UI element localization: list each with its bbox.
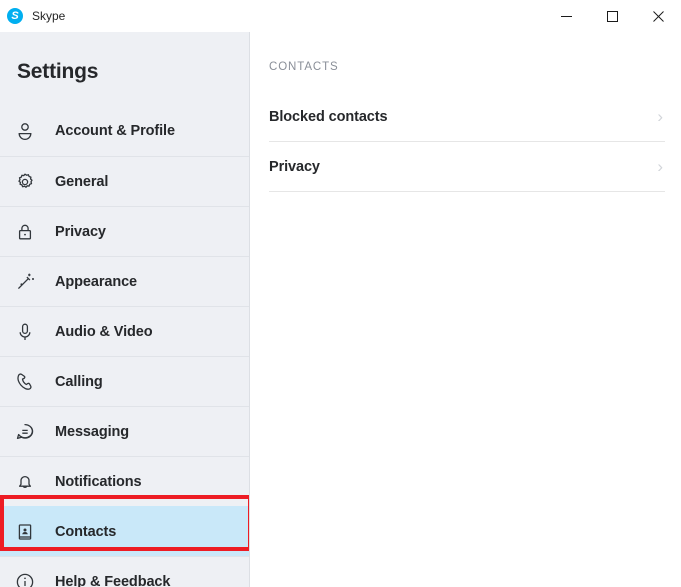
skype-settings-window: S Skype Settings Account & Profile Gener…: [0, 0, 681, 587]
chevron-right-icon: ›: [657, 157, 663, 176]
row-label: Privacy: [269, 158, 320, 175]
close-button[interactable]: [635, 0, 681, 32]
sidebar-item-label: Help & Feedback: [55, 573, 171, 587]
sidebar-item-messaging[interactable]: Messaging: [0, 406, 249, 456]
row-privacy[interactable]: Privacy ›: [269, 142, 665, 192]
microphone-icon: [13, 320, 37, 344]
skype-logo-icon: S: [7, 8, 23, 24]
sidebar-item-audio-video[interactable]: Audio & Video: [0, 306, 249, 356]
sidebar-item-notifications[interactable]: Notifications: [0, 456, 249, 506]
sidebar-item-label: Audio & Video: [55, 323, 153, 340]
sidebar-item-appearance[interactable]: Appearance: [0, 256, 249, 306]
bell-icon: [13, 470, 37, 494]
minimize-icon: [560, 15, 572, 17]
sidebar-item-help-feedback[interactable]: Help & Feedback: [0, 556, 249, 587]
sidebar-item-label: Notifications: [55, 473, 142, 490]
sidebar-item-label: Messaging: [55, 423, 130, 440]
sidebar-item-contacts[interactable]: Contacts: [0, 506, 249, 556]
sidebar-item-general[interactable]: General: [0, 156, 249, 206]
contacts-book-icon: [13, 520, 37, 544]
settings-sidebar: Settings Account & Profile General Priva…: [0, 32, 250, 587]
settings-nav-list: Account & Profile General Privacy Appear…: [0, 106, 249, 587]
row-label: Blocked contacts: [269, 108, 388, 125]
settings-content-panel: CONTACTS Blocked contacts › Privacy ›: [251, 32, 681, 587]
window-controls: [543, 0, 681, 32]
app-title: Skype: [32, 9, 66, 23]
phone-icon: [13, 370, 37, 394]
contacts-options-list: Blocked contacts › Privacy ›: [251, 92, 681, 192]
info-circle-icon: [13, 570, 37, 587]
page-title: Settings: [17, 60, 99, 83]
sidebar-item-calling[interactable]: Calling: [0, 356, 249, 406]
gear-icon: [13, 170, 37, 194]
sidebar-item-label: Contacts: [55, 523, 117, 540]
sidebar-item-label: Privacy: [55, 223, 106, 240]
title-bar: S Skype: [0, 0, 681, 32]
sidebar-item-label: Calling: [55, 373, 103, 390]
sidebar-item-label: Appearance: [55, 273, 138, 290]
close-icon: [652, 10, 664, 22]
chat-bubble-icon: [13, 420, 37, 444]
magic-wand-icon: [13, 270, 37, 294]
sidebar-item-account-profile[interactable]: Account & Profile: [0, 106, 249, 156]
maximize-button[interactable]: [589, 0, 635, 32]
row-blocked-contacts[interactable]: Blocked contacts ›: [269, 92, 665, 142]
section-header-contacts: CONTACTS: [269, 61, 339, 73]
sidebar-item-label: Account & Profile: [55, 123, 175, 139]
chevron-right-icon: ›: [657, 107, 663, 126]
minimize-button[interactable]: [543, 0, 589, 32]
person-icon: [13, 119, 37, 143]
maximize-icon: [606, 10, 618, 22]
lock-icon: [13, 220, 37, 244]
sidebar-item-label: General: [55, 173, 109, 190]
sidebar-item-privacy[interactable]: Privacy: [0, 206, 249, 256]
